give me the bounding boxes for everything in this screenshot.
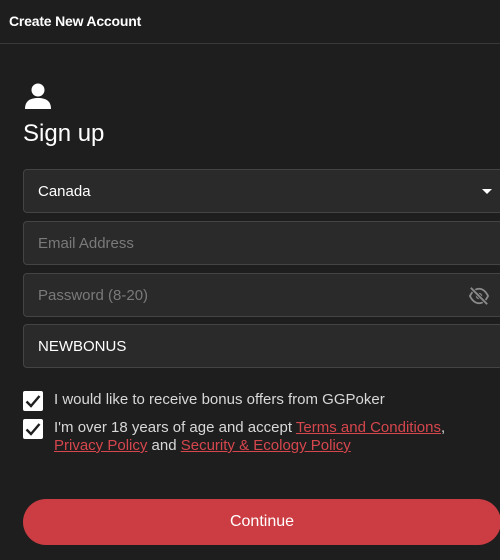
create-account-window: Create New Account Sign up Canada NEWBON…: [0, 0, 500, 560]
promo-code-value: NEWBONUS: [38, 338, 127, 355]
terms-checkbox[interactable]: [23, 419, 43, 439]
eye-slash-icon[interactable]: [468, 286, 490, 306]
terms-and-conditions-link[interactable]: Terms and Conditions: [296, 419, 441, 436]
password-field[interactable]: [24, 274, 500, 316]
security-ecology-policy-link[interactable]: Security & Ecology Policy: [181, 437, 351, 454]
terms-comma: ,: [440, 419, 446, 436]
password-field-wrapper: [23, 273, 500, 317]
promo-code-field[interactable]: NEWBONUS: [23, 324, 500, 368]
email-field-wrapper: [23, 221, 500, 265]
checkmark-icon: [25, 395, 41, 408]
title-bar: Create New Account: [0, 0, 500, 44]
bonus-offers-label: I would like to receive bonus offers fro…: [54, 391, 385, 408]
continue-button[interactable]: Continue: [23, 499, 500, 545]
privacy-policy-link[interactable]: Privacy Policy: [54, 437, 147, 454]
terms-prefix-text: I'm over 18 years of age and accept: [54, 419, 296, 436]
checkmark-icon: [25, 423, 41, 436]
email-field[interactable]: [24, 222, 500, 264]
caret-down-icon: [482, 189, 492, 194]
terms-label: I'm over 18 years of age and accept Term…: [54, 419, 494, 455]
country-value: Canada: [38, 183, 91, 200]
page-title: Sign up: [23, 120, 105, 147]
window-title: Create New Account: [9, 13, 142, 29]
user-icon: [25, 83, 51, 109]
terms-and-text: and: [147, 437, 181, 454]
bonus-offers-checkbox[interactable]: [23, 391, 43, 411]
country-select[interactable]: Canada: [23, 169, 500, 213]
